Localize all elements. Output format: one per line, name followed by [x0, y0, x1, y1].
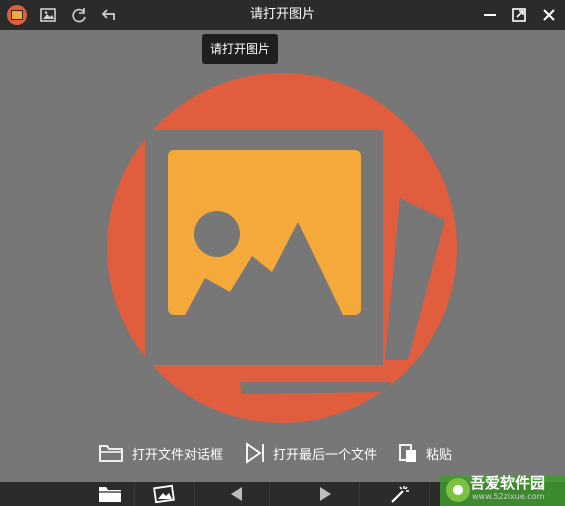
prev-arrow-icon: [231, 487, 242, 501]
app-logo-icon[interactable]: [2, 0, 32, 30]
next-arrow-icon: [319, 487, 331, 501]
open-file-dialog-label: 打开文件对话框: [132, 447, 224, 463]
undo-icon[interactable]: [94, 0, 124, 30]
folder-icon: [99, 445, 123, 462]
paste-button[interactable]: 粘贴: [398, 436, 452, 470]
rotate-icon[interactable]: [64, 0, 94, 30]
open-last-file-button[interactable]: 打开最后一个文件: [245, 436, 377, 470]
paste-icon: [399, 444, 416, 462]
magic-wand-button[interactable]: [370, 482, 430, 506]
image-viewer-window: 请打开图片 请打开图片 打开文件对话框 打开最后一个文件 粘贴 吾爱软件园 ww…: [0, 0, 565, 506]
empty-state-illustration: [0, 30, 565, 482]
gallery-icon[interactable]: [34, 0, 64, 30]
restore-icon[interactable]: [504, 0, 534, 30]
title-bar: 请打开图片: [0, 0, 565, 30]
watermark-url: www.52zixue.com: [472, 492, 545, 501]
play-icon: [246, 442, 264, 464]
open-folder-button[interactable]: [85, 482, 135, 506]
close-icon[interactable]: [534, 0, 564, 30]
next-image-button[interactable]: [290, 482, 360, 506]
images-icon: [152, 484, 175, 504]
previous-image-button[interactable]: [205, 482, 270, 506]
paste-label: 粘贴: [426, 447, 453, 463]
open-file-dialog-button[interactable]: 打开文件对话框: [98, 436, 223, 470]
minimize-icon[interactable]: [475, 0, 505, 30]
images-button[interactable]: [135, 482, 195, 506]
open-last-file-label: 打开最后一个文件: [273, 447, 378, 463]
watermark-name: 吾爱软件园: [470, 474, 546, 492]
app-logo-illustration-icon: [107, 73, 457, 423]
folder-icon: [98, 487, 121, 502]
quick-actions: 打开文件对话框 打开最后一个文件 粘贴: [0, 436, 565, 470]
magic-wand-icon: [390, 486, 409, 503]
